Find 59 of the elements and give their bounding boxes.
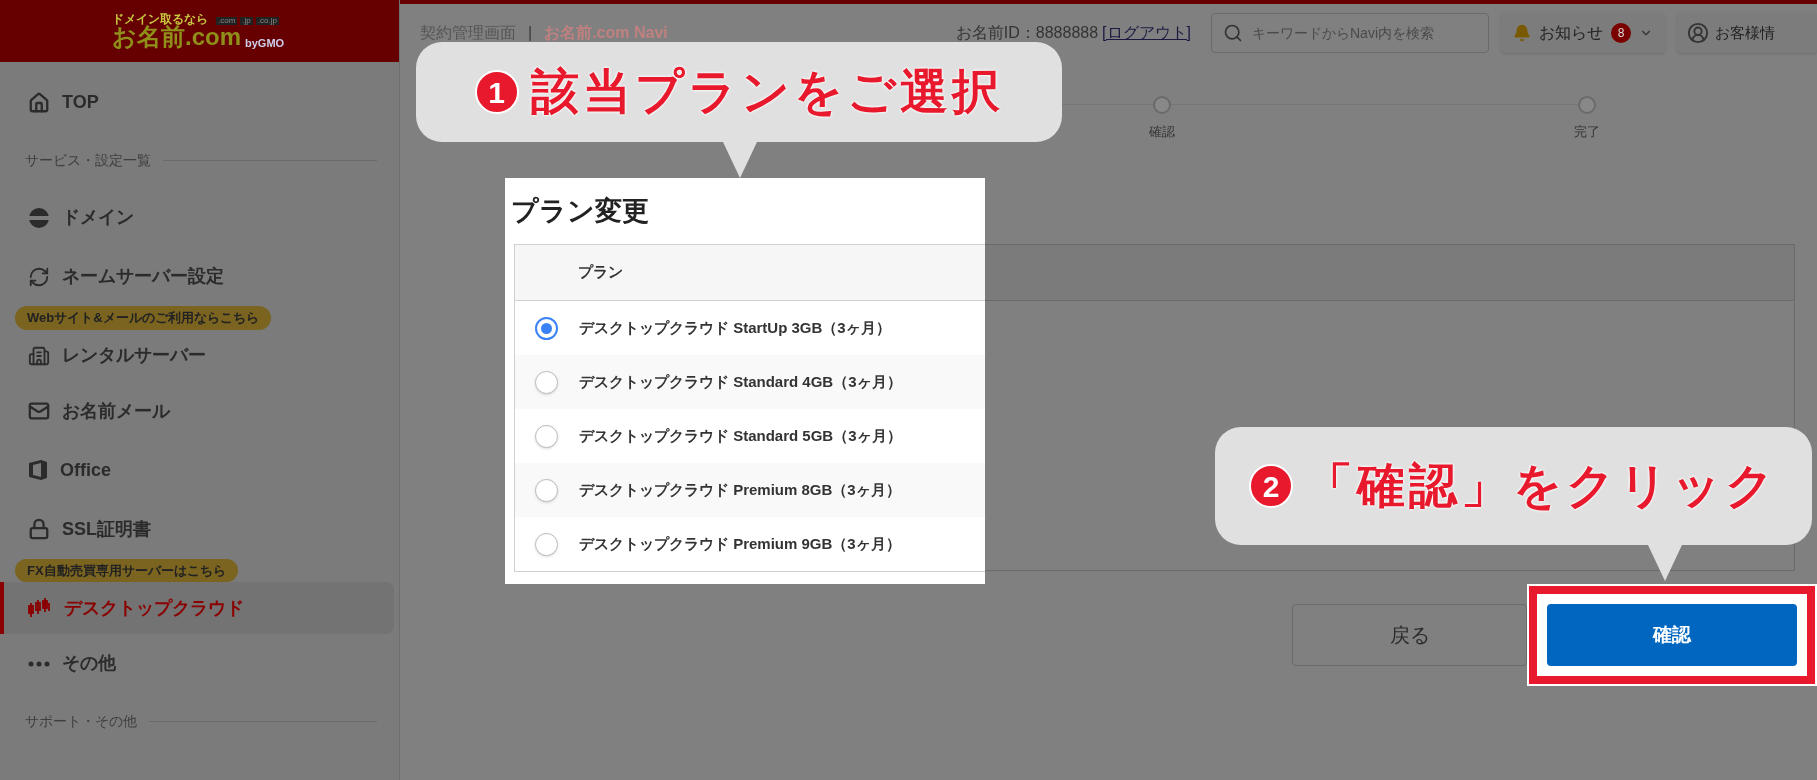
sidebar-item[interactable]: レンタルサーバー xyxy=(0,329,394,382)
sidebar-item[interactable]: お名前メール xyxy=(0,381,394,441)
plan-row[interactable]: デスクトップクラウド Standard 4GB（3ヶ月） xyxy=(515,355,985,409)
user-icon xyxy=(1687,22,1709,44)
plan-radio[interactable] xyxy=(535,370,558,394)
back-button[interactable]: 戻る xyxy=(1292,604,1527,666)
tld-tag: .com xyxy=(216,17,238,25)
logo-maker: byGMO xyxy=(245,38,285,49)
candlestick-icon xyxy=(28,597,52,619)
sidebar-item[interactable]: SSL証明書 xyxy=(0,499,394,559)
bell-icon xyxy=(1513,24,1531,42)
account-button[interactable]: お客様情 xyxy=(1677,13,1817,53)
tld-tag: .jp xyxy=(240,17,253,25)
plan-label: デスクトップクラウド StartUp 3GB（3ヶ月） xyxy=(579,317,891,338)
logout-link[interactable]: [ログアウト] xyxy=(1102,21,1191,45)
plan-radio[interactable] xyxy=(535,532,558,556)
promo-badge[interactable]: FX自動売買専用サーバーはこちら xyxy=(15,558,238,582)
step-number: 1 xyxy=(474,70,519,114)
notification-count: 8 xyxy=(1611,23,1631,43)
plan-label: デスクトップクラウド Standard 5GB（3ヶ月） xyxy=(579,425,902,446)
callout-text: 該当プランをご選択 xyxy=(530,64,1004,120)
section-label: サポート・その他 xyxy=(25,711,137,731)
plan-label: デスクトップクラウド Premium 9GB（3ヶ月） xyxy=(579,533,901,554)
breadcrumb-separator: | xyxy=(528,23,533,43)
confirm-button[interactable]: 確認 xyxy=(1547,604,1797,666)
lock-icon xyxy=(28,518,50,540)
more-icon xyxy=(28,660,50,667)
tld-tag: .co.jp xyxy=(255,17,279,25)
sidebar-item[interactable]: ドメイン xyxy=(0,188,394,247)
logo-name[interactable]: お名前.com xyxy=(112,25,241,49)
user-id: お名前ID：8888888 xyxy=(955,23,1099,43)
section-label: サービス・設定一覧 xyxy=(25,150,151,170)
step-label: 確認 xyxy=(1149,123,1175,141)
step-label: 完了 xyxy=(1574,123,1600,141)
building-icon xyxy=(28,344,50,367)
plan-label: デスクトップクラウド Premium 8GB（3ヶ月） xyxy=(579,479,901,500)
plan-row[interactable]: デスクトップクラウド Premium 8GB（3ヶ月） xyxy=(515,463,985,517)
sidebar-item[interactable]: デスクトップクラウド xyxy=(0,582,394,634)
plan-label: デスクトップクラウド Standard 4GB（3ヶ月） xyxy=(579,371,902,392)
plan-radio[interactable] xyxy=(535,316,558,340)
plan-radio[interactable] xyxy=(535,424,558,448)
sidebar-item[interactable]: その他 xyxy=(0,634,394,693)
sidebar-item[interactable]: ネームサーバー設定 xyxy=(0,247,394,306)
office-icon xyxy=(28,459,48,481)
column-header: プラン xyxy=(578,262,623,283)
page-title: プラン変更 xyxy=(511,194,649,228)
domain-icon xyxy=(28,206,50,229)
sidebar-item[interactable]: Office xyxy=(0,440,394,500)
promo-badge[interactable]: Webサイト&メールのご利用ならこちら xyxy=(15,306,271,330)
step-number: 2 xyxy=(1249,464,1293,508)
dns-icon xyxy=(28,265,50,288)
search-icon xyxy=(1223,23,1243,43)
plan-radio[interactable] xyxy=(535,478,558,502)
callout-text: 「確認」をクリック xyxy=(1305,458,1778,514)
home-icon xyxy=(28,91,50,114)
sidebar-item[interactable]: TOP xyxy=(0,73,394,132)
logo-tagline: ドメイン取るなら xyxy=(112,13,208,25)
notifications-button[interactable]: お知らせ 8 xyxy=(1501,13,1665,53)
mail-icon xyxy=(28,400,50,422)
